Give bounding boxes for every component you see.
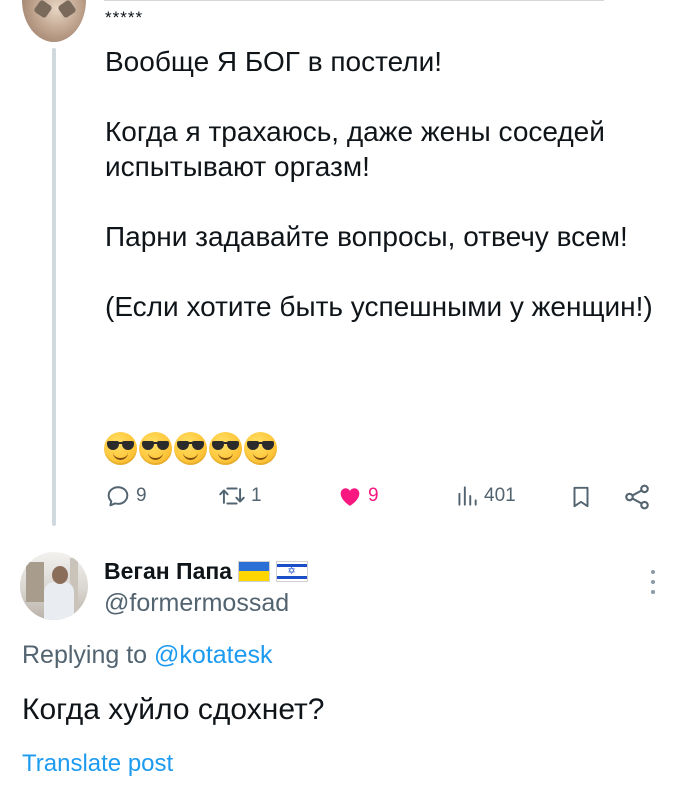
repost-count: 1 (251, 485, 262, 506)
ukraine-flag-icon (238, 560, 271, 582)
reply-author-line: Веган Папа ✡ (104, 556, 309, 586)
bookmark-button[interactable] (568, 482, 594, 512)
reply-tweet-text: Когда хуйло сдохнет? (22, 693, 325, 726)
top-divider (104, 0, 604, 1)
translate-post-link[interactable]: Translate post (22, 750, 173, 778)
reply-display-name[interactable]: Веган Папа (104, 558, 232, 585)
thread-connector-line (52, 48, 56, 526)
avatar-cat-ear (57, 0, 77, 19)
tweet-action-bar: 9 1 9 401 (104, 482, 656, 518)
like-button[interactable]: 9 (336, 482, 379, 510)
sunglasses-emoji-icon (104, 432, 137, 465)
reply-icon (107, 486, 129, 507)
replying-to-mention-link[interactable]: @kotatesk (154, 641, 272, 669)
sunglasses-emoji-icon (244, 432, 277, 465)
views-bar-chart-icon (458, 486, 477, 506)
reply-handle[interactable]: @formermossad (104, 589, 289, 618)
sunglasses-emoji-icon (139, 432, 172, 465)
avatar-person (52, 566, 68, 584)
reply-button[interactable]: 9 (104, 482, 147, 510)
repost-button[interactable]: 1 (217, 482, 262, 510)
avatar-person (44, 582, 74, 620)
tweet-paragraph: (Если хотите быть успешными у женщин!) (105, 291, 653, 322)
sunglasses-emoji-icon (174, 432, 207, 465)
bookmark-icon (573, 486, 589, 508)
views-button[interactable]: 401 (454, 482, 516, 510)
more-options-icon[interactable] (649, 570, 657, 594)
tweet-paragraph: Парни задавайте вопросы, отвечу всем! (105, 221, 628, 252)
parent-header-text: ***** (105, 8, 144, 27)
parent-tweet-text: Вообще Я БОГ в постели! Когда я трахаюсь… (105, 44, 665, 359)
share-button[interactable] (622, 482, 652, 512)
sunglasses-emoji-icon (209, 432, 242, 465)
heart-filled-icon (340, 488, 360, 506)
tweet-thread: ***** Вообще Я БОГ в постели! Когда я тр… (0, 0, 686, 800)
like-count: 9 (368, 485, 379, 506)
avatar-cat-ear (33, 0, 53, 19)
replying-to-line: Replying to @kotatesk (22, 641, 273, 670)
views-count: 401 (484, 485, 516, 506)
repost-icon (219, 487, 245, 505)
parent-avatar[interactable] (22, 0, 86, 42)
tweet-paragraph: Вообще Я БОГ в постели! (105, 46, 443, 77)
reply-count: 9 (136, 485, 147, 506)
avatar-background (26, 562, 44, 602)
share-icon (625, 484, 649, 510)
replying-to-label: Replying to (22, 641, 148, 669)
emoji-row (104, 432, 277, 466)
tweet-paragraph: Когда я трахаюсь, даже жены соседей испы… (105, 116, 605, 182)
reply-avatar[interactable] (20, 552, 88, 620)
israel-flag-icon: ✡ (276, 560, 309, 582)
